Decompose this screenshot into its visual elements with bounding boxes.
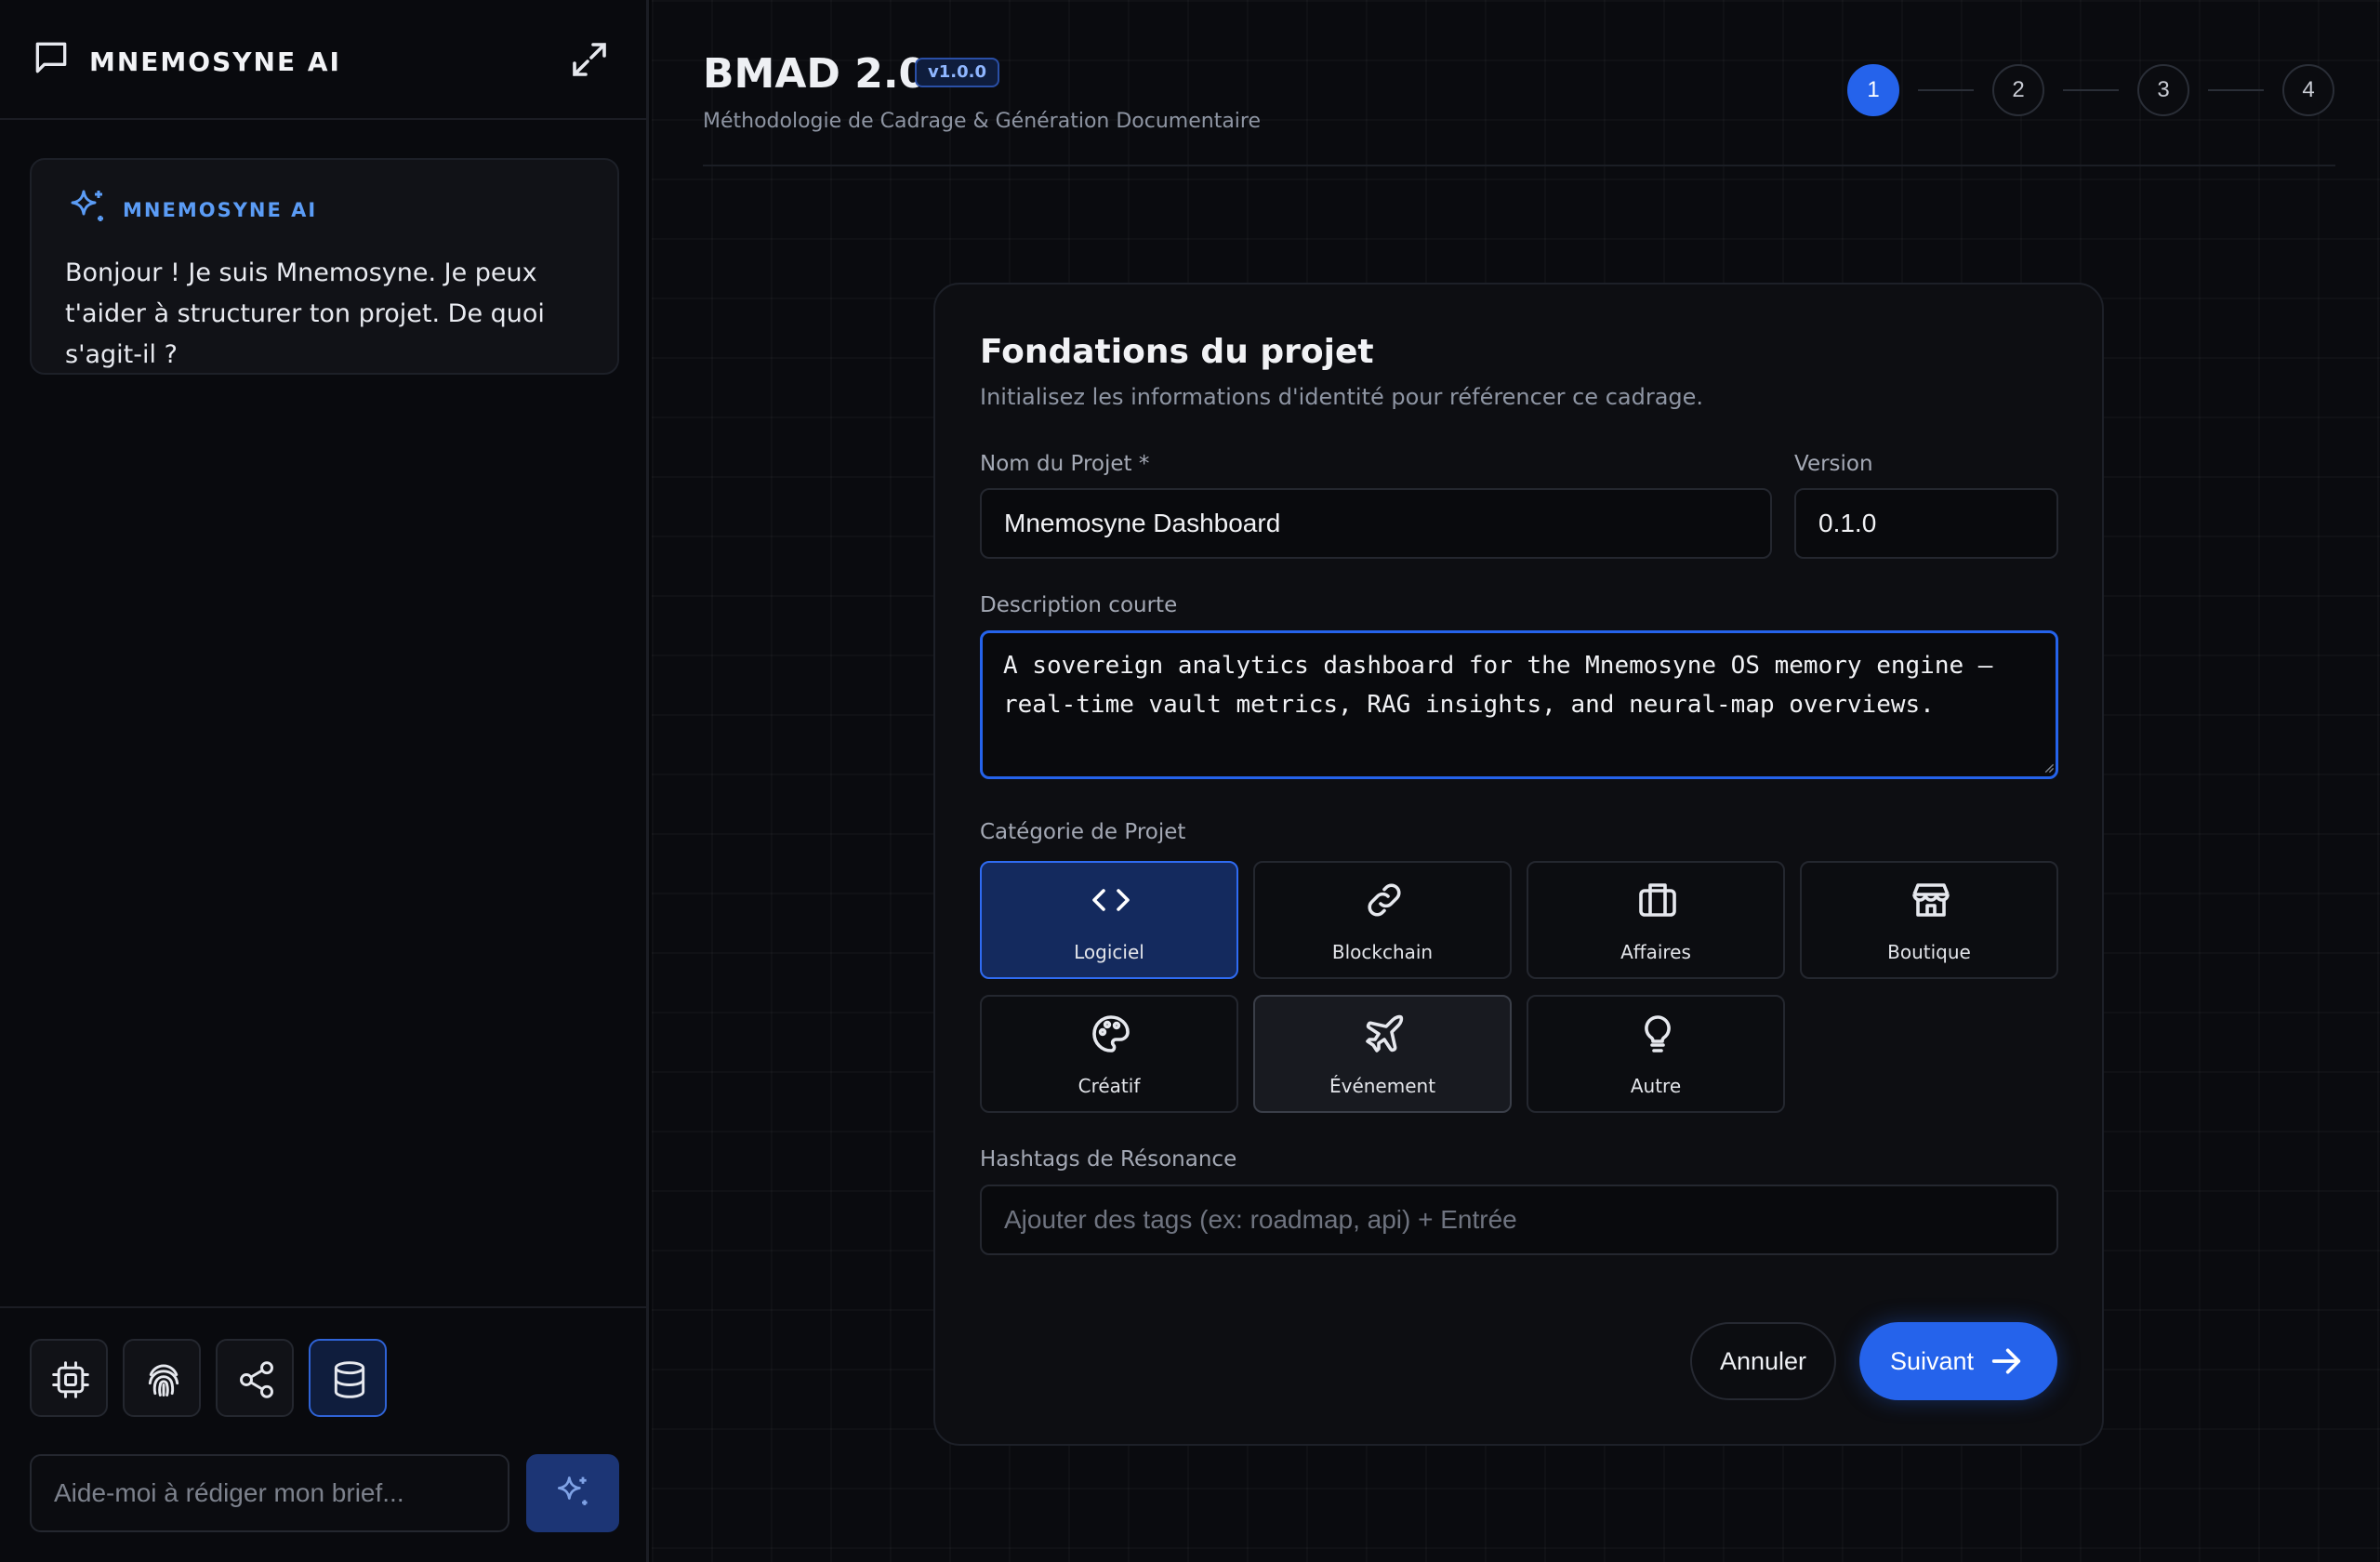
brief-prompt-input[interactable] xyxy=(30,1454,509,1532)
sparkles-icon xyxy=(71,190,103,221)
category-blockchain[interactable]: Blockchain xyxy=(1253,861,1512,979)
category-logiciel[interactable]: Logiciel xyxy=(980,861,1238,979)
project-name-label: Nom du Projet * xyxy=(980,452,1150,476)
category-label-autre: Autre xyxy=(1630,1075,1682,1097)
step-connector xyxy=(2208,89,2264,91)
category-label-blockchain: Blockchain xyxy=(1331,941,1434,963)
step-connector xyxy=(1918,89,1974,91)
next-button-label: Suivant xyxy=(1890,1347,1975,1375)
category-affaires[interactable]: Affaires xyxy=(1527,861,1785,979)
category-label-logiciel: Logiciel xyxy=(1074,941,1144,963)
category-evenement[interactable]: Événement xyxy=(1253,995,1512,1113)
app-title: BMAD 2.0 xyxy=(703,50,928,98)
step-4[interactable]: 4 xyxy=(2282,64,2334,116)
resize-handle-icon[interactable] xyxy=(2042,761,2055,774)
app-subtitle: Méthodologie de Cadrage & Génération Doc… xyxy=(703,110,1262,133)
hashtags-label: Hashtags de Résonance xyxy=(980,1147,1237,1172)
share-icon xyxy=(240,1361,273,1398)
fingerprint-tool-button[interactable] xyxy=(123,1339,201,1417)
generate-brief-button[interactable] xyxy=(526,1454,619,1532)
cancel-button[interactable]: Annuler xyxy=(1690,1322,1836,1400)
version-label: Version xyxy=(1794,452,1873,476)
category-label: Catégorie de Projet xyxy=(980,820,1186,844)
share-tool-button[interactable] xyxy=(216,1339,294,1417)
category-label-affaires: Affaires xyxy=(1620,941,1691,963)
category-label-creatif: Créatif xyxy=(1078,1075,1141,1097)
sparkles-icon xyxy=(557,1476,588,1505)
store-icon xyxy=(1912,883,1950,917)
version-badge: v1.0.0 xyxy=(915,58,999,87)
header-divider xyxy=(703,165,2335,166)
step-connector xyxy=(2063,89,2119,91)
card-subtitle: Initialisez les informations d'identité … xyxy=(980,384,1704,410)
hashtags-input[interactable] xyxy=(980,1185,2058,1255)
lightbulb-icon xyxy=(1645,1015,1671,1052)
assistant-name-label: MNEMOSYNE AI xyxy=(123,199,318,221)
project-name-input[interactable] xyxy=(980,488,1772,559)
assistant-sidebar: MNEMOSYNE AI MNEMOSYNE AI Bonjour ! Je s… xyxy=(0,0,649,1562)
sidebar-title: MNEMOSYNE AI xyxy=(89,46,341,77)
sidebar-header: MNEMOSYNE AI xyxy=(0,0,646,120)
step-1[interactable]: 1 xyxy=(1847,64,1899,116)
category-label-boutique: Boutique xyxy=(1887,941,1971,963)
description-textarea[interactable]: A sovereign analytics dashboard for the … xyxy=(980,630,2058,779)
briefcase-icon xyxy=(1639,883,1676,917)
category-creatif[interactable]: Créatif xyxy=(980,995,1238,1113)
arrow-right-icon xyxy=(1991,1348,2021,1374)
category-boutique[interactable]: Boutique xyxy=(1800,861,2058,979)
cpu-tool-button[interactable] xyxy=(30,1339,108,1417)
assistant-message-card: MNEMOSYNE AI Bonjour ! Je suis Mnemosyne… xyxy=(30,158,619,375)
fingerprint-icon xyxy=(148,1364,179,1397)
category-label-evenement: Événement xyxy=(1329,1075,1436,1097)
code-icon xyxy=(1092,889,1130,911)
description-label: Description courte xyxy=(980,593,1178,617)
version-input[interactable] xyxy=(1794,488,2058,559)
palette-icon xyxy=(1092,1015,1130,1052)
database-icon xyxy=(334,1361,365,1398)
database-tool-button[interactable] xyxy=(309,1339,387,1417)
assistant-message: Bonjour ! Je suis Mnemosyne. Je peux t'a… xyxy=(65,258,545,369)
expand-icon[interactable] xyxy=(567,37,612,82)
link-icon xyxy=(1368,883,1401,917)
next-button[interactable]: Suivant xyxy=(1859,1322,2057,1400)
card-title: Fondations du projet xyxy=(980,333,1374,371)
step-2[interactable]: 2 xyxy=(1992,64,2044,116)
chat-icon xyxy=(35,42,67,73)
step-3[interactable]: 3 xyxy=(2137,64,2189,116)
category-autre[interactable]: Autre xyxy=(1527,995,1785,1113)
plane-icon xyxy=(1366,1014,1404,1052)
cpu-icon xyxy=(52,1361,89,1398)
